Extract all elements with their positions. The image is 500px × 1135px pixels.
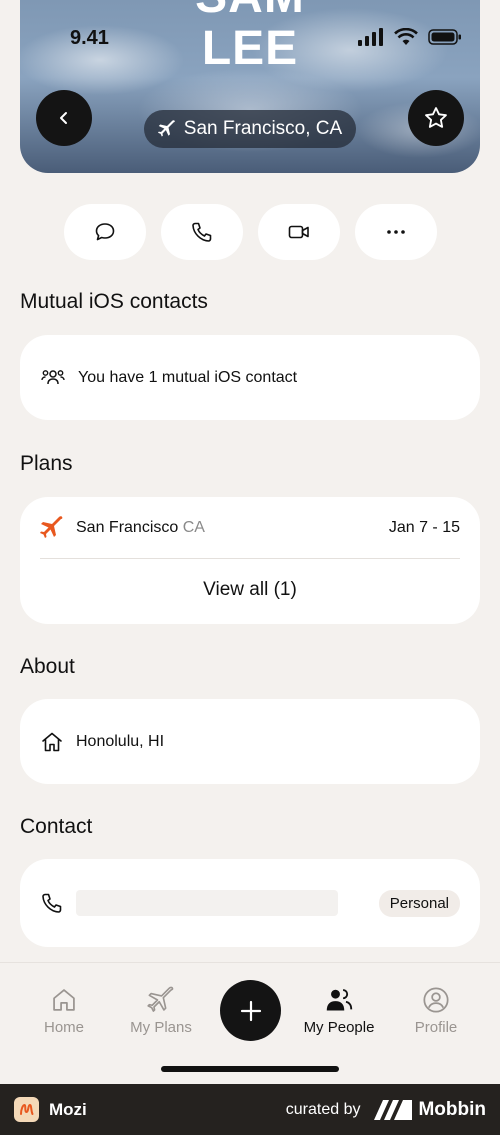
plan-destination: San Francisco CA bbox=[76, 519, 205, 537]
plan-dates: Jan 7 - 15 bbox=[388, 519, 460, 536]
contact-heading: Contact bbox=[20, 815, 93, 838]
home-indicator bbox=[161, 1066, 339, 1072]
add-button[interactable] bbox=[220, 980, 281, 1041]
message-button[interactable] bbox=[64, 204, 146, 260]
tab-my-people-label: My People bbox=[303, 1019, 375, 1036]
back-button[interactable] bbox=[36, 90, 92, 146]
app-name: Mozi bbox=[49, 1099, 87, 1119]
mutual-contacts-card[interactable]: You have 1 mutual iOS contact bbox=[20, 335, 480, 420]
divider bbox=[40, 558, 460, 559]
mobbin-logo-icon bbox=[374, 1099, 413, 1120]
wifi-icon bbox=[394, 28, 418, 45]
plan-state: CA bbox=[182, 519, 205, 536]
tab-home[interactable]: Home bbox=[16, 985, 112, 1036]
mobbin-brand: Mobbin bbox=[374, 1099, 486, 1121]
contact-card: Personal bbox=[20, 859, 480, 947]
location-text: San Francisco, CA bbox=[183, 118, 343, 139]
plus-icon bbox=[240, 1000, 261, 1021]
mozi-logo-icon bbox=[14, 1097, 39, 1122]
about-heading: About bbox=[20, 655, 75, 678]
people-group-icon bbox=[41, 369, 65, 384]
airplane-icon bbox=[40, 516, 63, 538]
plans-card: San Francisco CA Jan 7 - 15 View all (1) bbox=[20, 497, 480, 624]
video-camera-icon bbox=[288, 225, 309, 239]
mutual-contacts-text: You have 1 mutual iOS contact bbox=[78, 368, 298, 386]
call-button[interactable] bbox=[161, 204, 243, 260]
favorite-button[interactable] bbox=[408, 90, 464, 146]
curated-by-text: curated by bbox=[285, 1100, 361, 1118]
status-time: 9.41 bbox=[70, 27, 109, 49]
about-card: Honolulu, HI bbox=[20, 699, 480, 784]
video-call-button[interactable] bbox=[258, 204, 340, 260]
signal-icon bbox=[358, 28, 383, 46]
tab-bar: Home My Plans My People Profile bbox=[0, 962, 500, 1084]
mobbin-brand-text: Mobbin bbox=[418, 1098, 486, 1120]
contact-type-badge: Personal bbox=[378, 889, 460, 917]
phone-icon bbox=[192, 222, 212, 242]
location-pill[interactable]: San Francisco, CA bbox=[144, 110, 356, 148]
action-row bbox=[64, 204, 437, 260]
status-icons bbox=[358, 28, 462, 46]
airplane-icon bbox=[157, 120, 175, 137]
phone-row[interactable]: Personal bbox=[20, 859, 480, 947]
mutual-contacts-heading: Mutual iOS contacts bbox=[20, 290, 208, 313]
tab-my-plans-label: My Plans bbox=[130, 1019, 192, 1036]
tab-my-people[interactable]: My People bbox=[291, 985, 387, 1036]
phone-icon bbox=[42, 893, 62, 913]
more-button[interactable] bbox=[355, 204, 437, 260]
chat-bubble-icon bbox=[95, 223, 115, 241]
chevron-left-icon bbox=[60, 112, 67, 124]
redacted-phone-number bbox=[76, 890, 338, 916]
user-circle-icon bbox=[423, 987, 449, 1013]
attribution-footer: Mozi curated by Mobbin bbox=[0, 1084, 500, 1135]
tab-my-plans[interactable]: My Plans bbox=[113, 985, 209, 1036]
home-icon bbox=[53, 989, 75, 1011]
hometown-text: Honolulu, HI bbox=[76, 732, 165, 750]
battery-icon bbox=[428, 29, 461, 45]
airplane-icon bbox=[147, 986, 174, 1012]
tab-home-label: Home bbox=[43, 1019, 84, 1036]
view-all-plans-button[interactable]: View all (1) bbox=[20, 579, 480, 601]
home-icon bbox=[42, 732, 62, 751]
tab-profile[interactable]: Profile bbox=[388, 985, 484, 1036]
more-dots-icon bbox=[387, 230, 405, 234]
star-icon bbox=[425, 107, 447, 128]
tab-profile-label: Profile bbox=[414, 1019, 458, 1036]
people-icon bbox=[326, 989, 353, 1011]
plan-item[interactable]: San Francisco CA Jan 7 - 15 bbox=[20, 497, 480, 559]
plans-heading: Plans bbox=[20, 452, 73, 475]
plan-city: San Francisco bbox=[76, 519, 179, 536]
profile-name-line1: SAM bbox=[20, 0, 480, 21]
